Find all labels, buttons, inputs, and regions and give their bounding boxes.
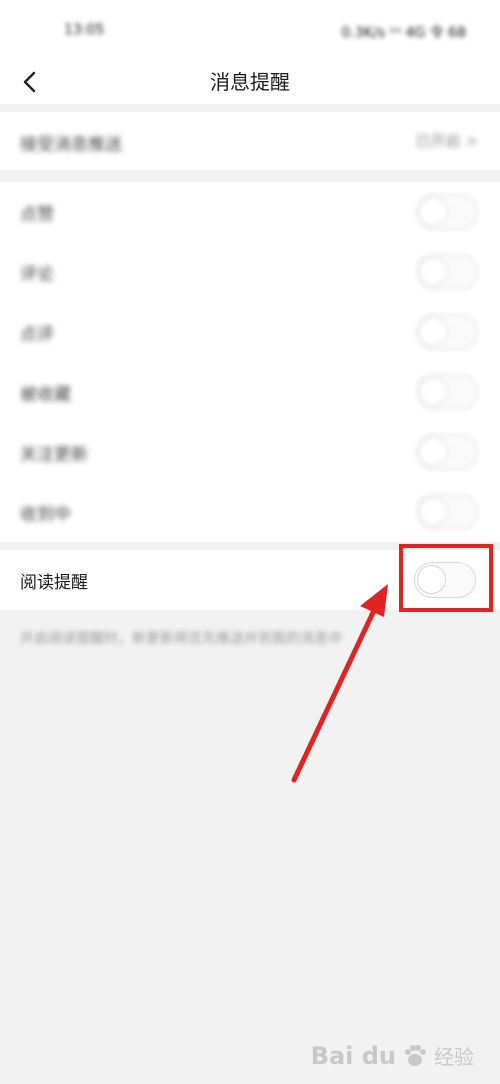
watermark-brand: Bai du xyxy=(310,1041,396,1070)
annotation-arrow xyxy=(291,584,388,783)
paw-icon xyxy=(405,1044,426,1066)
watermark-sub: 经验 xyxy=(434,1045,474,1069)
watermark: Bai du 经验 xyxy=(311,1041,474,1070)
